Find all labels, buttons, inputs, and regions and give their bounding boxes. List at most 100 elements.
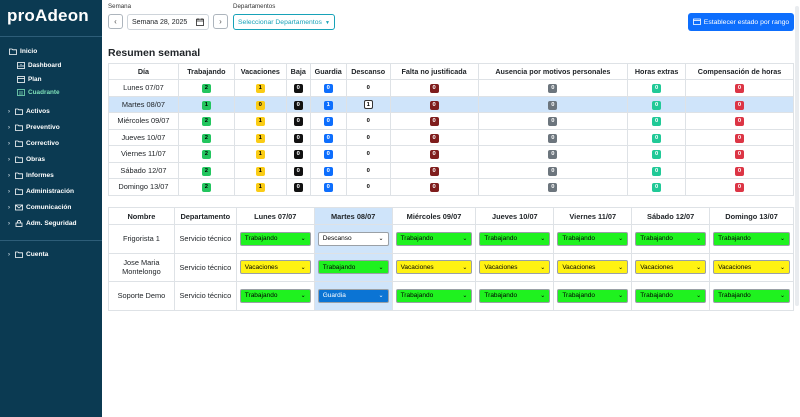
week-field[interactable]: Semana 28, 2025 [127, 14, 209, 30]
status-select[interactable]: Trabajando ⌄ [239, 288, 311, 303]
count-badge: 0 [652, 84, 662, 94]
sidebar-item-correctivo[interactable]: › Correctivo [0, 136, 102, 152]
status-select[interactable]: Trabajando ⌄ [635, 231, 707, 246]
count-badge: 0 [323, 117, 333, 127]
sidebar-item-administracion[interactable]: › Administración [0, 184, 102, 200]
set-status-by-range-button[interactable]: Establecer estado por rango [688, 13, 794, 31]
summary-count-cell: 0 [685, 161, 794, 179]
status-select[interactable]: Guardia ⌄ [317, 288, 389, 303]
schedule-header-row: Nombre Departamento Lunes 07/07 Martes 08/0… [108, 207, 794, 225]
status-select[interactable]: Trabajando ⌄ [635, 288, 707, 303]
sidebar-item-plan[interactable]: Plan [0, 73, 102, 87]
day-status-cell: Trabajando ⌄ [475, 224, 555, 254]
dashboard-icon [16, 62, 25, 70]
schedule-col-header: Lunes 07/07 [235, 207, 315, 225]
summary-row[interactable]: Lunes 07/07 2 1 0 0 0 0 0 0 0 [108, 79, 794, 97]
sidebar-item-cuenta[interactable]: › Cuenta [0, 247, 102, 263]
summary-day-cell: Viernes 11/07 [108, 145, 179, 163]
count-badge: 2 [201, 117, 211, 127]
count-badge: 0 [366, 151, 370, 158]
schedule-col-header: Nombre [108, 207, 175, 225]
sidebar-item-comunicacion[interactable]: › Comunicación [0, 200, 102, 216]
summary-count-cell: 0 [345, 178, 391, 196]
summary-count-cell: 0 [477, 161, 629, 179]
status-select[interactable]: Trabajando ⌄ [713, 231, 790, 246]
sidebar-item-cuadrante[interactable]: Cuadrante [0, 86, 102, 100]
sidebar-item-seguridad[interactable]: › Adm. Seguridad [0, 216, 102, 232]
summary-count-cell: 0 [477, 95, 629, 113]
sidebar-divider [0, 239, 102, 241]
calendar-icon[interactable] [196, 18, 204, 28]
set-status-by-range-label: Establecer estado por rango [703, 18, 790, 26]
status-select[interactable]: Vacaciones ⌄ [479, 260, 551, 275]
summary-count-cell: 0 [285, 145, 311, 163]
status-select[interactable]: Vacaciones ⌄ [557, 260, 629, 275]
summary-count-cell: 0 [477, 178, 629, 196]
status-select[interactable]: Trabajando ⌄ [239, 231, 311, 246]
status-select[interactable]: Trabajando ⌄ [479, 288, 551, 303]
sidebar-item-inicio[interactable]: Inicio [0, 43, 102, 59]
sidebar-item-label: Obras [26, 156, 46, 163]
summary-count-cell: 0 [685, 178, 794, 196]
schedule-col-header: Domingo 13/07 [709, 207, 794, 225]
status-select-value: Trabajando [244, 292, 278, 300]
departments-select[interactable]: Seleccionar Departamentos ▼ [233, 14, 335, 30]
status-select[interactable]: Vacaciones ⌄ [395, 260, 473, 275]
status-select[interactable]: Vacaciones ⌄ [635, 260, 707, 275]
status-select[interactable]: Vacaciones ⌄ [713, 260, 790, 275]
summary-count-cell: 0 [389, 128, 479, 146]
summary-row[interactable]: Sábado 12/07 2 1 0 0 0 0 0 0 0 [108, 161, 794, 179]
summary-row[interactable]: Domingo 13/07 2 1 0 0 0 0 0 0 0 [108, 178, 794, 196]
summary-count-cell: 0 [345, 128, 391, 146]
count-badge: 2 [201, 150, 211, 160]
count-badge: 0 [548, 117, 558, 127]
sidebar-item-label: Comunicación [26, 204, 72, 211]
summary-row[interactable]: Viernes 11/07 2 1 0 0 0 0 0 0 0 [108, 145, 794, 163]
summary-row[interactable]: Miércoles 09/07 2 1 0 0 0 0 0 0 0 [108, 112, 794, 130]
summary-count-cell: 1 [345, 95, 391, 113]
sidebar-item-label: Correctivo [26, 140, 59, 147]
summary-count-cell: 0 [627, 79, 687, 97]
chevron-down-icon: ⌄ [540, 293, 546, 300]
page-scrollbar[interactable] [795, 6, 799, 306]
count-badge: 0 [366, 85, 370, 92]
schedule-row: Jose Maria Montelongo Servicio técnico Vac… [108, 252, 794, 282]
count-badge: 0 [293, 183, 303, 193]
count-badge: 2 [201, 133, 211, 143]
status-select[interactable]: Trabajando ⌄ [395, 231, 473, 246]
sidebar-item-dashboard[interactable]: Dashboard [0, 59, 102, 73]
status-select[interactable]: Trabajando ⌄ [395, 288, 473, 303]
status-select[interactable]: Vacaciones ⌄ [239, 260, 311, 275]
brand-logo: proAdeon [7, 6, 89, 25]
count-badge: 2 [201, 183, 211, 193]
chevron-down-icon: ⌄ [300, 236, 306, 243]
shield-icon [14, 124, 23, 131]
summary-count-cell: 0 [685, 145, 794, 163]
status-select[interactable]: Trabajando ⌄ [317, 260, 389, 275]
status-select[interactable]: Trabajando ⌄ [557, 231, 629, 246]
next-week-button[interactable]: › [213, 14, 228, 29]
summary-count-cell: 0 [309, 178, 347, 196]
caret-down-icon: ▼ [325, 20, 330, 26]
sidebar-item-activos[interactable]: › Activos [0, 104, 102, 120]
prev-week-button[interactable]: ‹ [108, 14, 123, 29]
summary-row[interactable]: Martes 08/07 1 0 0 1 1 0 0 0 0 [108, 95, 794, 113]
sidebar-item-preventivo[interactable]: › Preventivo [0, 120, 102, 136]
sidebar-divider [0, 36, 102, 37]
status-select[interactable]: Trabajando ⌄ [713, 288, 790, 303]
sidebar-item-obras[interactable]: › Obras [0, 152, 102, 168]
count-badge: 0 [652, 183, 662, 193]
summary-count-cell: 0 [685, 79, 794, 97]
status-select[interactable]: Trabajando ⌄ [557, 288, 629, 303]
status-select[interactable]: Descanso ⌄ [317, 231, 389, 246]
count-badge: 0 [429, 100, 439, 110]
summary-day-cell: Martes 08/07 [108, 95, 179, 113]
status-select[interactable]: Trabajando ⌄ [479, 231, 551, 246]
chevron-down-icon: ⌄ [462, 293, 468, 300]
count-badge: 0 [366, 118, 370, 125]
status-select-value: Vacaciones [640, 263, 674, 271]
chevron-down-icon: ⌄ [300, 264, 306, 271]
summary-row[interactable]: Jueves 10/07 2 1 0 0 0 0 0 0 0 [108, 128, 794, 146]
summary-count-cell: 0 [285, 178, 311, 196]
sidebar-item-informes[interactable]: › Informes [0, 168, 102, 184]
